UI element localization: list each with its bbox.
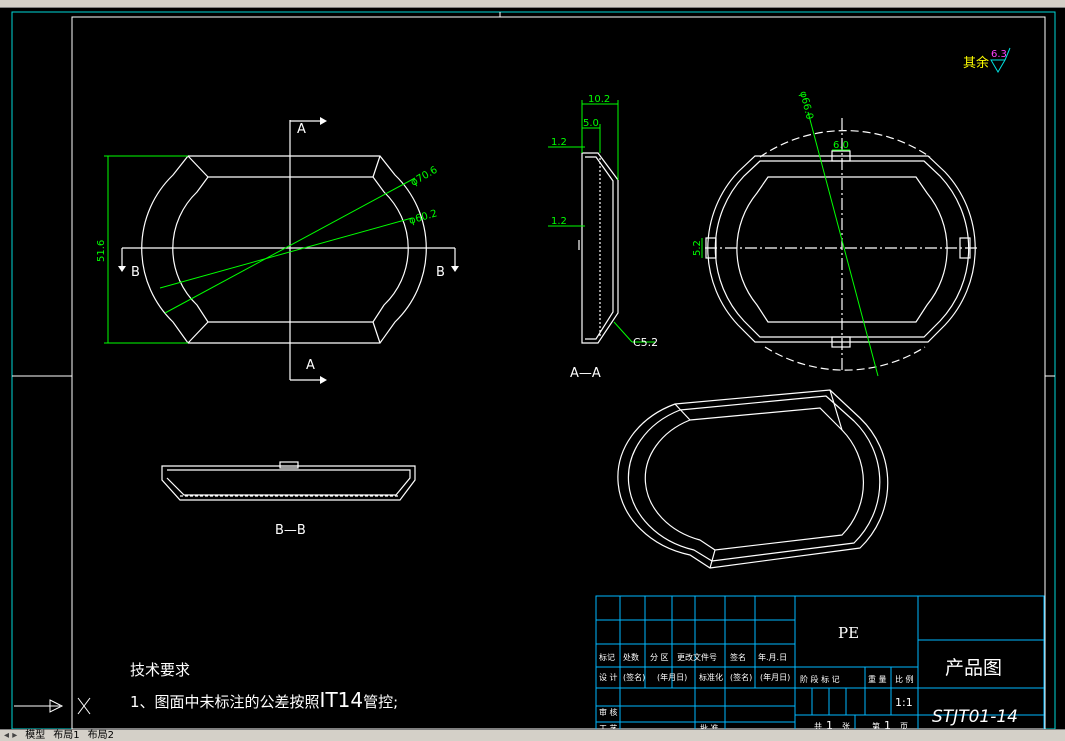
tb-sign-2: (签名) bbox=[623, 672, 645, 682]
tb-stage-mark: 阶 段 标 记 bbox=[800, 674, 840, 684]
cad-drawing-canvas[interactable]: A A B B 51.6 φ70.6 φ60.2 10.2 5.0 1.2 1.… bbox=[0, 8, 1065, 729]
dimension-1-2-top: 1.2 bbox=[551, 137, 567, 148]
section-mark-a-top: A bbox=[297, 122, 306, 137]
tb-header-change-doc: 更改文件号 bbox=[677, 652, 717, 662]
section-mark-a-bottom: A bbox=[306, 358, 315, 373]
tb-header-mark: 标记 bbox=[599, 652, 615, 662]
tb-header-zone: 分 区 bbox=[650, 653, 669, 662]
tb-sheet-total: 1 bbox=[826, 719, 833, 729]
tb-standardization: 标准化 bbox=[699, 672, 723, 682]
dimension-10-2: 10.2 bbox=[588, 94, 610, 105]
dimension-5-2: 5.2 bbox=[692, 240, 703, 256]
drawing-frame bbox=[11, 11, 1056, 729]
tb-page-prefix: 第 bbox=[872, 721, 880, 729]
top-view bbox=[705, 118, 980, 372]
front-view bbox=[121, 120, 456, 381]
tb-sheet-index: 1 bbox=[884, 719, 891, 729]
section-mark-b-left: B bbox=[131, 265, 140, 280]
dimension-51-6: 51.6 bbox=[96, 240, 107, 262]
tb-drawing-number: STJT01-14 bbox=[932, 707, 1018, 727]
chamfer-c5-2: C5.2 bbox=[633, 336, 658, 349]
tb-design: 设 计 bbox=[599, 672, 618, 682]
view-label-a-a: A—A bbox=[570, 366, 601, 381]
tb-date-2: (年月日) bbox=[657, 672, 687, 682]
tb-material: PE bbox=[838, 624, 859, 642]
tb-header-date: 年.月.日 bbox=[758, 652, 787, 662]
tech-note-1: 1、图面中未标注的公差按照IT14管控; bbox=[130, 688, 398, 712]
tb-date-3: (年月日) bbox=[760, 672, 790, 682]
tb-scale: 1:1 bbox=[895, 696, 913, 709]
tech-requirements-title: 技术要求 bbox=[130, 661, 190, 679]
roughness-value: 6.3 bbox=[991, 49, 1007, 60]
dimension-6-0: 6.0 bbox=[833, 140, 849, 151]
tech-note-1-grade: IT14 bbox=[320, 688, 364, 712]
view-label-b-b: B—B bbox=[275, 523, 306, 538]
tb-total-prefix: 共 bbox=[814, 722, 822, 729]
toolbar-strip bbox=[0, 0, 1065, 8]
tab-layout2[interactable]: 布局2 bbox=[84, 730, 118, 741]
title-block-text: 标记 处数 分 区 更改文件号 签名 年.月.日 设 计 (签名) (年月日) … bbox=[599, 652, 914, 729]
tb-weight: 重 量 bbox=[868, 674, 887, 684]
tech-note-1-suffix: 管控; bbox=[363, 693, 398, 711]
dimension-5-0: 5.0 bbox=[583, 118, 599, 129]
tab-layout1[interactable]: 布局1 bbox=[49, 730, 83, 741]
tab-model[interactable]: 模型 bbox=[21, 730, 49, 741]
dimension-1-2-mid: 1.2 bbox=[551, 216, 567, 227]
tab-scroll-icon[interactable]: ◂ ▸ bbox=[0, 730, 21, 741]
tb-page-suffix: 页 bbox=[900, 722, 908, 729]
tb-total-suffix: 张 bbox=[842, 722, 850, 729]
tb-sign-3: (签名) bbox=[730, 672, 752, 682]
roughness-prefix: 其余 bbox=[963, 55, 989, 71]
dimension-dia-70-6: φ70.6 bbox=[409, 165, 440, 189]
tb-ratio: 比 例 bbox=[895, 674, 914, 684]
section-a-a-view bbox=[578, 152, 619, 344]
isometric-view bbox=[617, 389, 889, 569]
tb-review: 审 核 bbox=[599, 707, 618, 717]
dimension-dia-66-0: φ66.0 bbox=[797, 90, 815, 121]
ucs-icon bbox=[14, 697, 91, 715]
tb-header-count: 处数 bbox=[623, 652, 639, 662]
layout-tab-bar: ◂ ▸ 模型 布局1 布局2 bbox=[0, 729, 1065, 741]
tb-title: 产品图 bbox=[945, 657, 1002, 679]
tb-header-sign: 签名 bbox=[730, 652, 746, 662]
section-mark-b-right: B bbox=[436, 265, 445, 280]
tech-note-1-prefix: 1、图面中未标注的公差按照 bbox=[130, 693, 320, 711]
section-b-b-view bbox=[161, 461, 416, 501]
front-view-dimensions bbox=[104, 155, 416, 344]
